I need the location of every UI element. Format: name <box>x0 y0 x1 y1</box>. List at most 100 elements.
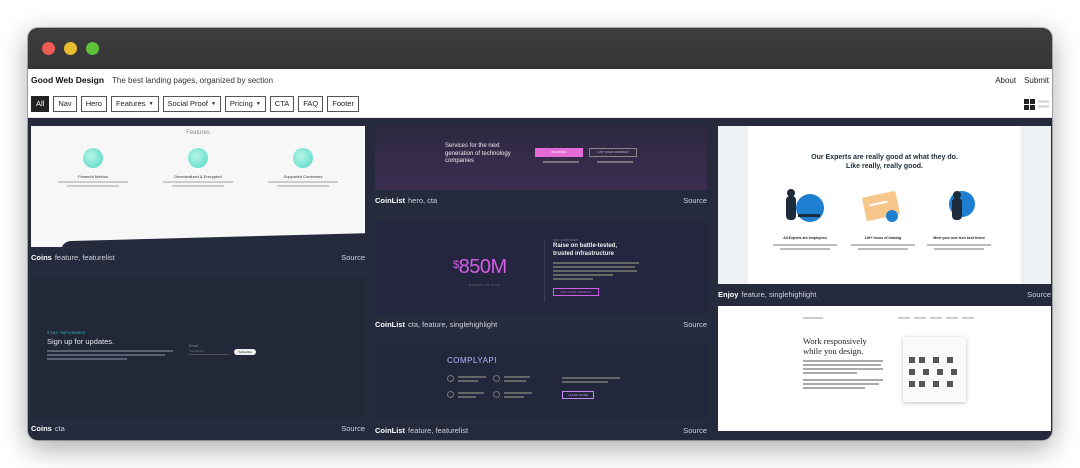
preview-heading: Our Experts are really good at what they… <box>718 153 1051 171</box>
preview-feature: Supported Currencies <box>258 148 348 187</box>
preview-title: Features <box>186 130 210 136</box>
filter-cta[interactable]: CTA <box>269 96 295 112</box>
preview-heading: Work responsively while you design. <box>803 336 867 356</box>
gallery-card: Services for the next generation of tech… <box>375 126 707 210</box>
card-site-name[interactable]: CoinList <box>375 320 405 329</box>
card-preview[interactable]: Our Experts are really good at what they… <box>718 126 1051 284</box>
card-source-link[interactable]: Source <box>683 196 707 205</box>
preview-mockup <box>903 337 966 402</box>
preview-feature-title: Decentralized & Encrypted <box>174 174 222 179</box>
preview-figure: 850M <box>458 256 508 278</box>
card-site-name[interactable]: CoinList <box>375 196 405 205</box>
card-tags: cta, feature, singlehighlight <box>408 319 498 329</box>
card-source-link[interactable]: Source <box>341 253 365 262</box>
card-preview[interactable]: Services for the next generation of tech… <box>375 126 707 190</box>
card-source-link[interactable]: Source <box>341 424 365 433</box>
about-link[interactable]: About <box>995 76 1016 85</box>
window-titlebar <box>28 28 1052 69</box>
card-site-name[interactable]: CoinList <box>375 426 405 435</box>
view-toggle <box>1024 98 1049 110</box>
preview-input: Your Email <box>189 349 229 355</box>
header-nav: About Submit <box>995 76 1049 85</box>
caret-down-icon: ▼ <box>148 101 154 107</box>
preview-button: Subscribe <box>234 349 256 355</box>
card-preview[interactable]: COMPLYAPI LEARN MORE <box>375 344 707 420</box>
filter-nav[interactable]: Nav <box>53 96 77 112</box>
minimize-window-button[interactable] <box>64 42 77 55</box>
filter-label: All <box>36 99 45 108</box>
close-window-button[interactable] <box>42 42 55 55</box>
preview-heading: Sign up for updates. <box>47 337 115 346</box>
filter-social-proof-dropdown[interactable]: Social Proof ▼ <box>162 95 221 112</box>
preview-feature-title: Meet your new tech best friend <box>933 236 985 240</box>
card-caption: CoinList feature, featurelist Source <box>375 420 707 440</box>
card-tags: feature, singlehighlight <box>741 289 817 299</box>
card-source-link[interactable]: Source <box>683 320 707 329</box>
card-preview[interactable]: Work responsively while you design. <box>718 306 1051 431</box>
filter-bar: All Nav Hero Features ▼ Social Proof ▼ Pri… <box>28 91 1052 118</box>
card-preview[interactable]: Features Powerful Metrics Decentralized … <box>31 126 365 247</box>
filter-label: FAQ <box>303 99 319 108</box>
filter-footer[interactable]: Footer <box>327 96 359 112</box>
site-header: Good Web Design The best landing pages, … <box>28 69 1052 91</box>
filter-label: Hero <box>85 99 102 108</box>
preview-stat-label: RAISED TO DATE <box>469 283 501 287</box>
filter-label: Nav <box>58 99 72 108</box>
card-source-link[interactable]: Source <box>1027 290 1051 299</box>
filter-features-dropdown[interactable]: Features ▼ <box>110 95 159 112</box>
gallery-card: $850M RAISED TO DATE FOR COMPANIES Raise… <box>375 220 707 334</box>
preview-button: LIST YOUR COMPANY <box>589 148 637 157</box>
gallery-card: Features Powerful Metrics Decentralized … <box>31 126 365 267</box>
filter-label: Features <box>115 98 146 108</box>
card-tags: feature, featurelist <box>408 425 469 435</box>
preview-feature-title: All Experts are employees <box>783 236 827 240</box>
card-site-name[interactable]: Enjoy <box>718 290 738 299</box>
maximize-window-button[interactable] <box>86 42 99 55</box>
certificate-icon <box>862 191 900 222</box>
filter-label: CTA <box>274 99 290 108</box>
card-preview[interactable]: STAY INFORMED Sign up for updates. Email… <box>31 277 365 418</box>
caret-down-icon: ▼ <box>210 101 216 107</box>
card-preview[interactable]: $850M RAISED TO DATE FOR COMPANIES Raise… <box>375 220 707 314</box>
filter-all[interactable]: All <box>31 96 50 112</box>
card-caption: CoinList hero, cta Source <box>375 190 707 210</box>
person-icon <box>949 191 975 220</box>
card-source-link[interactable]: Source <box>683 426 707 435</box>
gallery-grid: Features Powerful Metrics Decentralized … <box>28 118 1052 440</box>
card-caption: Coins feature, featurelist Source <box>31 247 365 267</box>
preview-heading: Services for the next generation of tech… <box>445 143 511 164</box>
gallery-card: Our Experts are really good at what they… <box>718 126 1051 304</box>
preview-heading-line: while you design. <box>803 346 864 356</box>
preview-button: LEARN MORE <box>562 391 594 399</box>
gallery-card: STAY INFORMED Sign up for updates. Email… <box>31 277 365 438</box>
filter-faq[interactable]: FAQ <box>298 96 324 112</box>
preview-feature-title: Supported Currencies <box>283 174 323 179</box>
card-site-name[interactable]: Coins <box>31 424 52 433</box>
card-site-name[interactable]: Coins <box>31 253 52 262</box>
illustration-icon <box>786 189 824 222</box>
grid-view-icon[interactable] <box>1024 98 1035 110</box>
preview-button: REGISTER <box>535 148 583 157</box>
gallery-card: COMPLYAPI LEARN MORE CoinList feature, f… <box>375 344 707 440</box>
gallery-column: Our Experts are really good at what they… <box>718 126 1051 431</box>
preview-heading: Raise on battle-tested, trusted infrastr… <box>553 243 618 257</box>
submit-link[interactable]: Submit <box>1024 76 1049 85</box>
filter-label: Social Proof <box>167 98 208 108</box>
card-tags: cta <box>54 423 65 433</box>
gallery-card: Work responsively while you design. <box>718 306 1051 431</box>
card-caption: Coins cta Source <box>31 418 365 438</box>
preview-button: LIST YOUR COMPANY <box>553 288 599 296</box>
preview-feature: Decentralized & Encrypted <box>153 148 243 187</box>
card-caption: Enjoy feature, singlehighlight Source <box>718 284 1051 304</box>
browser-window: Good Web Design The best landing pages, … <box>28 28 1052 440</box>
preview-heading-line: Our Experts are really good at what they… <box>811 154 958 161</box>
list-view-icon[interactable] <box>1038 99 1049 110</box>
site-logo[interactable]: Good Web Design <box>31 75 104 85</box>
gallery-column: Features Powerful Metrics Decentralized … <box>31 126 365 438</box>
filter-pricing-dropdown[interactable]: Pricing ▼ <box>224 95 266 112</box>
preview-feature: Powerful Metrics <box>48 148 138 187</box>
card-tags: feature, featurelist <box>54 252 115 262</box>
card-tags: hero, cta <box>408 195 438 205</box>
filter-hero[interactable]: Hero <box>80 96 107 112</box>
preview-logo: COMPLYAPI <box>447 356 497 365</box>
